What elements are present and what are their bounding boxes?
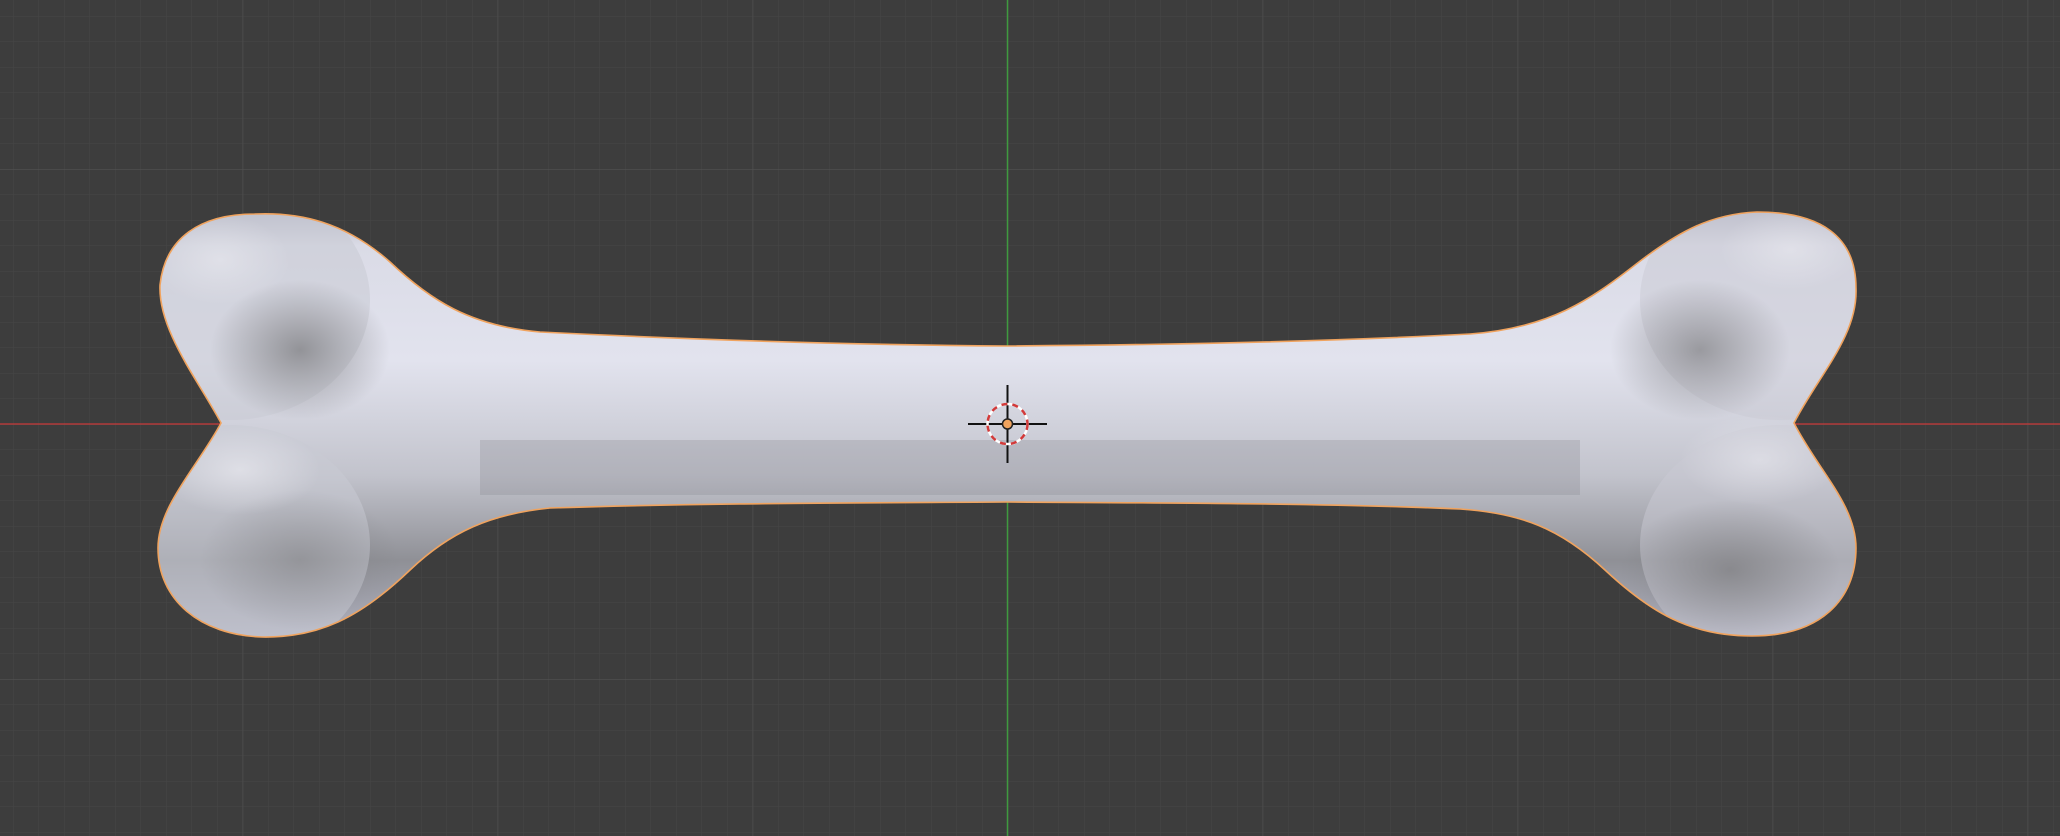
3d-viewport[interactable] xyxy=(0,0,2060,836)
viewport-canvas[interactable] xyxy=(0,0,2060,836)
object-origin-dot xyxy=(1001,418,1014,430)
